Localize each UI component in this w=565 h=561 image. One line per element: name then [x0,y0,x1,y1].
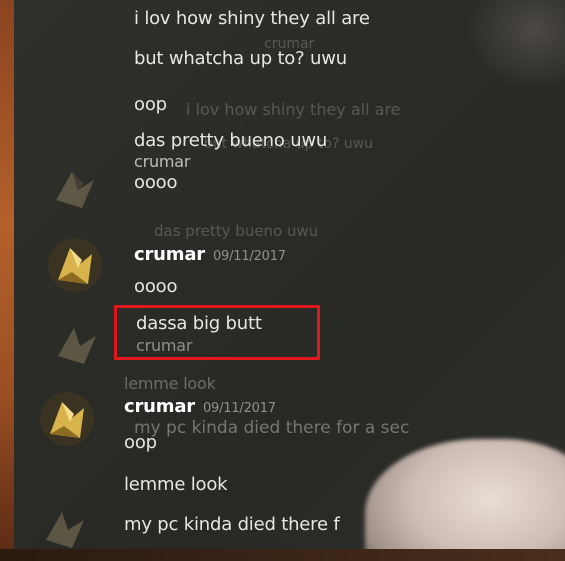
timestamp: 09/11/2017 [202,401,276,416]
ghost-text: i lov how shiny they all are [186,100,401,119]
author-name[interactable]: crumar [134,244,205,265]
monitor-bezel-left [0,0,14,561]
highlight-box [114,305,320,360]
photo-frame: crumar i lov how shiny they all are but … [0,0,565,561]
chat-message-author-ghost: crumar [134,152,191,171]
chat-message: oooo [134,172,178,193]
chat-screen: crumar i lov how shiny they all are but … [14,0,565,549]
chat-message: oop [124,432,157,453]
chat-message: oooo [134,276,178,297]
crumar-avatar-icon [56,172,94,208]
author-name[interactable]: crumar [124,396,195,417]
hand-in-photo [365,439,565,549]
chat-message: i lov how shiny they all are [134,8,370,29]
avatar[interactable] [40,392,94,446]
timestamp: 09/11/2017 [212,249,286,264]
message-header: crumar 09/11/2017 [134,244,286,265]
crumar-avatar-icon [48,238,102,292]
crumar-avatar-icon [40,392,94,446]
crumar-avatar-icon [46,512,84,548]
crumar-avatar-icon [58,328,96,364]
avatar[interactable] [50,316,104,370]
message-header: crumar 09/11/2017 [124,396,276,417]
ghost-text: das pretty bueno uwu [154,222,319,240]
chat-message: my pc kinda died there f [124,514,340,535]
avatar[interactable] [48,160,102,214]
chat-message: das pretty bueno uwu [134,130,328,151]
screen-glare [465,0,565,90]
ghost-text: my pc kinda died there for a sec [134,418,410,438]
avatar[interactable] [38,500,92,549]
chat-message: but whatcha up to? uwu [134,48,347,69]
chat-message: oop [134,94,167,115]
monitor-bezel-bottom [0,549,565,561]
chat-message-ghost: lemme look [124,374,216,393]
chat-message: lemme look [124,474,228,495]
avatar[interactable] [48,238,102,292]
